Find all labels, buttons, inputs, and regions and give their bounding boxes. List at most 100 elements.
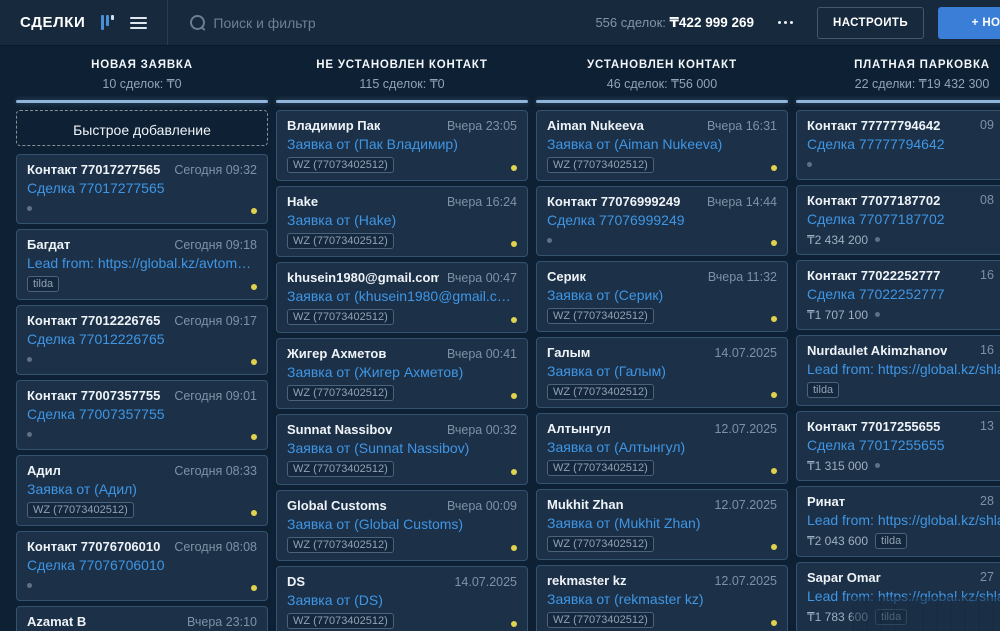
deal-tag: WZ (77073402512): [287, 613, 394, 629]
deal-card[interactable]: Контакт 77076706010 Сегодня 08:08 Сделка 7…: [16, 531, 268, 601]
deal-title-link[interactable]: Сделка 77017277565: [27, 180, 257, 196]
deal-card[interactable]: Hake Вчера 16:24 Заявка от (Hake) WZ (77073…: [276, 186, 528, 257]
deal-card[interactable]: khusein1980@gmail.com Вчера 00:47 Заявка о…: [276, 262, 528, 333]
card-meta-row: [27, 578, 257, 593]
deal-card[interactable]: Контакт 77017255655 13 Сделка 77017255655 ₸…: [796, 411, 1000, 481]
deal-timestamp: 08: [980, 193, 994, 207]
search-input[interactable]: Поиск и фильтр: [190, 15, 595, 31]
deal-card[interactable]: Контакт 77017277565 Сегодня 09:32 Сделка 7…: [16, 154, 268, 224]
deal-card[interactable]: Адил Сегодня 08:33 Заявка от (Адил) WZ (770…: [16, 455, 268, 526]
status-dot-yellow: [251, 585, 257, 591]
column-new-request: НОВАЯ ЗАЯВКА 10 сделок: ₸0 Быстрое добав…: [16, 46, 268, 631]
deal-title-link[interactable]: Заявка от (Алтынгул): [547, 439, 777, 455]
status-dot-yellow: [251, 434, 257, 440]
deal-timestamp: 27: [980, 570, 994, 584]
pipeline-view-icon[interactable]: [101, 14, 115, 31]
deal-card[interactable]: Nurdaulet Akimzhanov 16 Lead from: https:/…: [796, 335, 1000, 406]
deal-card[interactable]: Галым 14.07.2025 Заявка от (Галым) WZ (7707…: [536, 337, 788, 408]
deal-card[interactable]: Mukhit Zhan 12.07.2025 Заявка от (Mukhit Z…: [536, 489, 788, 560]
deal-card[interactable]: Владимир Пак Вчера 23:05 Заявка от (Пак Вл…: [276, 110, 528, 181]
deal-title-link[interactable]: Lead from: https://global.kz/shlagbaum: [807, 588, 1000, 604]
deal-title-link[interactable]: Заявка от (rekmaster kz): [547, 591, 777, 607]
status-dot-gray: [27, 357, 32, 362]
deal-title-link[interactable]: Сделка 77076706010: [27, 557, 257, 573]
deal-contact-name: Галым: [547, 345, 591, 360]
deal-title-link[interactable]: Lead from: https://global.kz/shlagbaum: [807, 361, 1000, 377]
deal-title-link[interactable]: Заявка от (Серик): [547, 287, 777, 303]
card-meta-row: [27, 427, 257, 442]
deal-timestamp: 13: [980, 419, 994, 433]
column-stats: 22 сделки: ₸19 432 300: [854, 77, 990, 91]
deal-card[interactable]: rekmaster kz 12.07.2025 Заявка от (rekmast…: [536, 565, 788, 631]
card-header-row: Контакт 77017277565 Сегодня 09:32: [27, 162, 257, 177]
deal-card[interactable]: Контакт 77012226765 Сегодня 09:17 Сделка 7…: [16, 305, 268, 375]
top-bar: СДЕЛКИ Поиск и фильтр 556 сделок: ₸422 9…: [0, 0, 1000, 46]
deal-title-link[interactable]: Заявка от (Пак Владимир): [287, 136, 517, 152]
deal-contact-name: Sapar Omar: [807, 570, 881, 585]
deal-card[interactable]: Багдат Сегодня 09:18 Lead from: https://gl…: [16, 229, 268, 300]
deal-title-link[interactable]: Сделка 77022252777: [807, 286, 1000, 302]
deal-card[interactable]: Global Customs Вчера 00:09 Заявка от (Glob…: [276, 490, 528, 561]
topbar-divider: [167, 0, 169, 45]
deal-title-link[interactable]: Заявка от (Global Customs): [287, 516, 517, 532]
deal-card[interactable]: Контакт 77077187702 08 Сделка 77077187702 ₸…: [796, 185, 1000, 255]
deal-title-link[interactable]: Lead from: https://global.kz/avtomatika-…: [27, 255, 257, 271]
quick-add-button[interactable]: Быстрое добавление: [16, 110, 268, 146]
kanban-board: НОВАЯ ЗАЯВКА 10 сделок: ₸0 Быстрое добав…: [0, 46, 1000, 631]
status-dot-yellow: [771, 392, 777, 398]
new-deal-button[interactable]: + НО: [938, 6, 1000, 39]
deal-card[interactable]: Контакт 77777794642 09 Сделка 77777794642: [796, 110, 1000, 180]
deal-card[interactable]: Алтынгул 12.07.2025 Заявка от (Алтынгул) WZ…: [536, 413, 788, 484]
deal-contact-name: Контакт 77017255655: [807, 419, 941, 434]
card-header-row: Галым 14.07.2025: [547, 345, 777, 360]
status-dot-yellow: [511, 621, 517, 627]
deal-tag: WZ (77073402512): [287, 461, 394, 477]
deal-title-link[interactable]: Заявка от (Mukhit Zhan): [547, 515, 777, 531]
card-header-row: Контакт 77022252777 16: [807, 268, 1000, 283]
deal-card[interactable]: DS 14.07.2025 Заявка от (DS) WZ (7707340251…: [276, 566, 528, 631]
deal-title-link[interactable]: Заявка от (Aiman Nukeeva): [547, 136, 777, 152]
deal-contact-name: Sunnat Nassibov: [287, 422, 393, 437]
deal-title-link[interactable]: Сделка 77012226765: [27, 331, 257, 347]
deal-title-link[interactable]: Заявка от (DS): [287, 592, 517, 608]
deal-card[interactable]: Ринат 28 Lead from: https://global.kz/shla…: [796, 486, 1000, 557]
deal-title-link[interactable]: Заявка от (Hake): [287, 212, 517, 228]
menu-icon[interactable]: [130, 16, 148, 29]
deal-card[interactable]: Sunnat Nassibov Вчера 00:32 Заявка от (Sun…: [276, 414, 528, 485]
deal-card[interactable]: Azamat BВчера 23:10Заявка от (Azamat B.)…: [16, 606, 268, 631]
deal-tag: tilda: [807, 382, 840, 398]
more-options-icon[interactable]: [776, 15, 795, 30]
column-title: ПЛАТНАЯ ПАРКОВКА: [854, 59, 990, 71]
deal-card[interactable]: Жигер Ахметов Вчера 00:41 Заявка от (Жигер…: [276, 338, 528, 409]
deal-card[interactable]: Контакт 77022252777 16 Сделка 77022252777 ₸…: [796, 260, 1000, 330]
deal-title-link[interactable]: Сделка 77077187702: [807, 211, 1000, 227]
status-dot-yellow: [251, 359, 257, 365]
deal-title-link[interactable]: Заявка от (Sunnat Nassibov): [287, 440, 517, 456]
card-meta-row: tilda: [807, 382, 1000, 398]
deal-title-link[interactable]: Lead from: https://global.kz/shlagbaum: [807, 512, 1000, 528]
deal-title-link[interactable]: Заявка от (khusein1980@gmail.com): [287, 288, 517, 304]
deal-title-link[interactable]: Сделка 77777794642: [807, 136, 1000, 152]
deal-title-link[interactable]: Заявка от (Адил): [27, 481, 257, 497]
configure-button[interactable]: НАСТРОИТЬ: [817, 6, 924, 39]
card-header-row: Серик Вчера 11:32: [547, 269, 777, 284]
deal-card[interactable]: Контакт 77076999249 Вчера 14:44 Сделка 770…: [536, 186, 788, 256]
deal-title-link[interactable]: Заявка от (Галым): [547, 363, 777, 379]
card-meta-row: WZ (77073402512): [547, 536, 777, 552]
deal-title-link[interactable]: Сделка 77007357755: [27, 406, 257, 422]
deal-title-link[interactable]: Сделка 77017255655: [807, 437, 1000, 453]
column-header: УСТАНОВЛЕН КОНТАКТ 46 сделок: ₸56 000: [536, 46, 788, 103]
deal-title-link[interactable]: Сделка 77076999249: [547, 212, 777, 228]
deal-card[interactable]: Sapar Omar 27 Lead from: https://global.kz…: [796, 562, 1000, 631]
card-header-row: Алтынгул 12.07.2025: [547, 421, 777, 436]
deal-card[interactable]: Серик Вчера 11:32 Заявка от (Серик) WZ (770…: [536, 261, 788, 332]
card-header-row: Контакт 77012226765 Сегодня 09:17: [27, 313, 257, 328]
deal-card[interactable]: Aiman Nukeeva Вчера 16:31 Заявка от (Aiman…: [536, 110, 788, 181]
card-header-row: Sapar Omar 27: [807, 570, 1000, 585]
deal-timestamp: 09: [980, 118, 994, 132]
column-contact-made: УСТАНОВЛЕН КОНТАКТ 46 сделок: ₸56 000 Ai…: [536, 46, 788, 631]
deal-title-link[interactable]: Заявка от (Жигер Ахметов): [287, 364, 517, 380]
deal-budget: ₸1 315 000: [807, 458, 869, 473]
deal-card[interactable]: Контакт 77007357755 Сегодня 09:01 Сделка 7…: [16, 380, 268, 450]
column-title: НЕ УСТАНОВЛЕН КОНТАКТ: [316, 59, 488, 71]
